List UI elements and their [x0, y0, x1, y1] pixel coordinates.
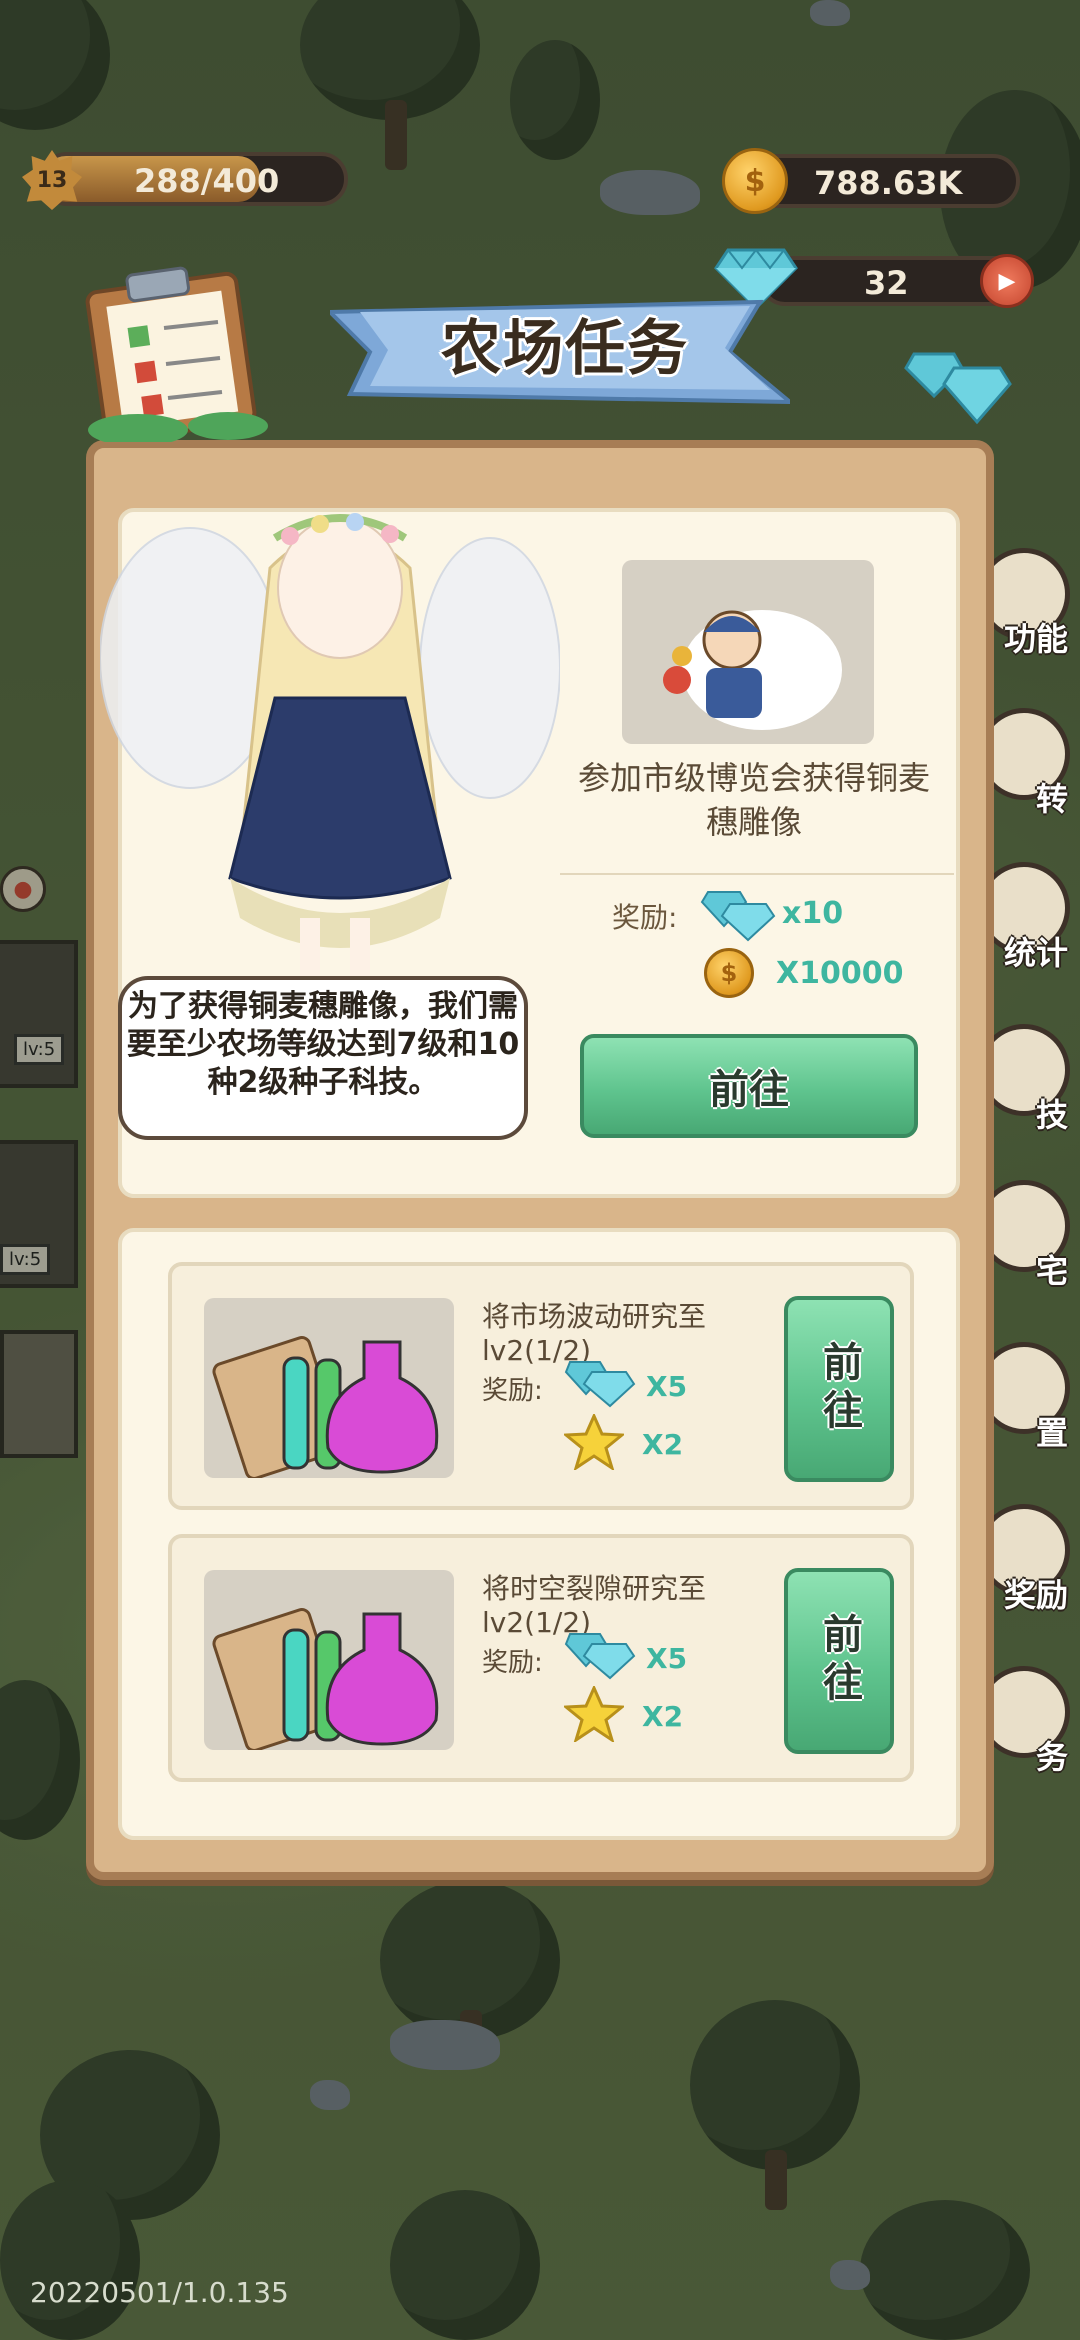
reward-label: 奖励:: [482, 1376, 543, 1406]
gem-value: 32: [864, 264, 909, 302]
side-menu-label: 技: [1035, 1096, 1068, 1134]
side-menu-label: 功能: [1003, 620, 1068, 658]
star-icon: [564, 1686, 624, 1742]
coin-value: 788.63K: [814, 164, 963, 202]
star-icon: [564, 1414, 624, 1470]
subtask-illustration: [204, 1570, 454, 1752]
exp-bar: 288/400: [40, 152, 348, 206]
subtask-go-button[interactable]: 前往: [784, 1568, 894, 1754]
coin-icon: $: [704, 948, 754, 998]
task-illustration: [622, 560, 874, 744]
play-video-icon[interactable]: ▶: [980, 254, 1034, 308]
subtask-item: 将市场波动研究至lv2(1/2) 奖励: X5 X2 前往: [168, 1262, 914, 1510]
research-potion-icon: [212, 1336, 439, 1480]
gem-icon: [564, 1361, 636, 1408]
research-potion-icon: [212, 1608, 439, 1752]
speech-text: 为了获得铜麦穗雕像，我们需要至少农场等级达到7级和10种2级种子科技。: [126, 989, 520, 1100]
side-menu-label: 统计: [1003, 934, 1068, 972]
main-go-button[interactable]: 前往: [580, 1034, 918, 1138]
gem-icon: [564, 1633, 636, 1680]
side-menu-label: 转: [1035, 780, 1068, 818]
subtask-reward-gems: X5: [646, 1370, 688, 1403]
main-reward-coins: X10000: [776, 956, 904, 991]
subtask-go-button[interactable]: 前往: [784, 1296, 894, 1482]
fairy-character: [100, 513, 560, 978]
panel-title: 农场任务: [441, 314, 689, 384]
version-label: 20220501/1.0.135: [30, 2276, 289, 2309]
side-menu-label: 置: [1035, 1414, 1068, 1452]
side-menu-label: 宅: [1035, 1252, 1068, 1290]
subtask-reward-gems: X5: [646, 1642, 688, 1675]
clipboard-icon: [85, 266, 268, 442]
side-menu-label: 务: [1035, 1738, 1068, 1776]
subtask-item: 将时空裂隙研究至lv2(1/2) 奖励: X5 X2 前往: [168, 1534, 914, 1782]
subtask-reward-stars: X2: [642, 1428, 684, 1461]
expo-worker-icon: [663, 610, 842, 730]
gem-icon: [700, 891, 776, 942]
level-value: 13: [36, 167, 68, 193]
subtask-illustration: [204, 1298, 454, 1480]
exp-value: 288/400: [134, 162, 280, 200]
divider: [560, 873, 954, 875]
reward-label: 奖励:: [482, 1648, 543, 1678]
main-task-description: 参加市级博览会获得铜麦穗雕像: [577, 759, 930, 841]
reward-label: 奖励:: [612, 901, 678, 934]
main-reward-gems: x10: [782, 896, 844, 931]
gem-pile-icon[interactable]: [904, 344, 1024, 428]
fairy-speech-bubble: 为了获得铜麦穗雕像，我们需要至少农场等级达到7级和10种2级种子科技。: [118, 976, 528, 1140]
subtask-reward-stars: X2: [642, 1700, 684, 1733]
coin-icon: $: [722, 148, 788, 214]
side-menu-label: 奖励: [1003, 1576, 1068, 1614]
